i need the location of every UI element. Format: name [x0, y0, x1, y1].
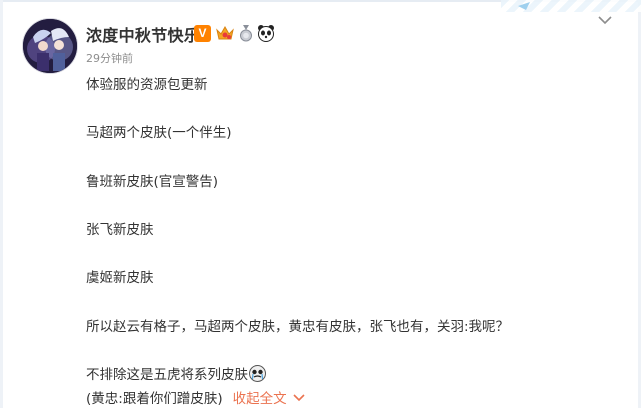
post-line: 虞姬新皮肤	[86, 270, 154, 286]
post-line: 马超两个皮肤(一个伴生)	[86, 125, 232, 141]
collapse-full-text-link[interactable]: 收起全文	[233, 391, 305, 407]
avatar[interactable]	[22, 18, 78, 74]
weibo-post-card: 浓度中秋节快乐 V 29分钟前 体验服的资源包更新 马超两个皮肤(一个伴生) 鲁…	[0, 0, 641, 408]
post-line: (黄忠:跟着你们蹭皮肤)	[86, 391, 223, 407]
avatar-image	[23, 19, 77, 73]
chevron-down-icon[interactable]	[597, 14, 613, 26]
crying-emoji-icon	[249, 365, 266, 382]
post-line: 张飞新皮肤	[86, 222, 154, 238]
collapse-label: 收起全文	[232, 391, 287, 407]
window-left-border	[0, 0, 3, 408]
post-line: 鲁班新皮肤(官宣警告)	[86, 174, 219, 190]
medal-icon[interactable]	[239, 24, 253, 42]
post-time[interactable]: 29分钟前	[86, 50, 133, 66]
user-badges: V	[194, 24, 275, 42]
post-line-with-collapse: (黄忠:跟着你们蹭皮肤) 收起全文	[86, 387, 305, 407]
post-line-with-emoji: 不排除这是五虎将系列皮肤	[86, 363, 266, 383]
post-line: 不排除这是五虎将系列皮肤	[86, 367, 248, 383]
username[interactable]: 浓度中秋节快乐	[86, 22, 200, 46]
post-line: 所以赵云有格子，马超两个皮肤，黄忠有皮肤，张飞也有，关羽:我呢？	[86, 319, 510, 335]
decorative-arrow-icon	[518, 2, 530, 10]
panda-icon[interactable]	[257, 24, 275, 42]
verified-v-icon[interactable]: V	[194, 24, 211, 42]
chevron-up-icon	[293, 394, 305, 402]
post-line: 体验服的资源包更新	[86, 77, 208, 93]
crown-badge-icon[interactable]	[215, 24, 235, 42]
